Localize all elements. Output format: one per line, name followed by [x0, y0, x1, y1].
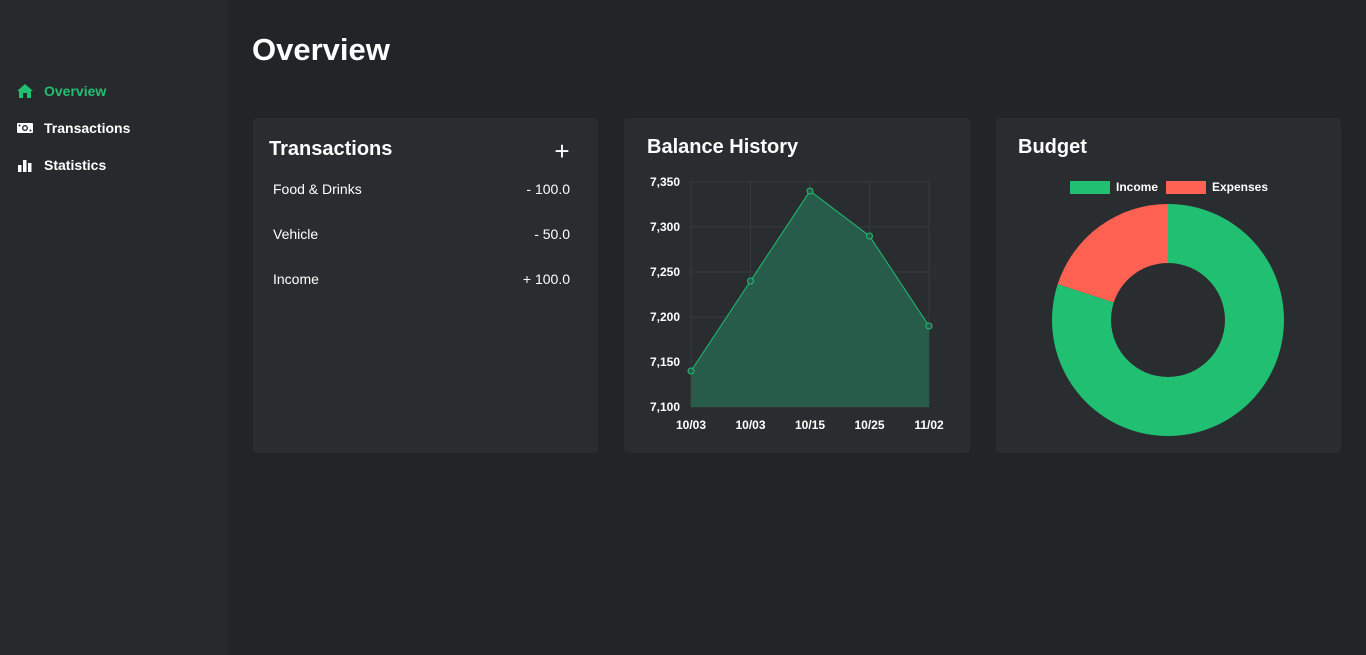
transaction-name: Income	[273, 271, 319, 287]
sidebar: Overview Transactions Statistics	[0, 0, 228, 655]
bar-chart-icon	[16, 156, 34, 174]
legend-label: Expenses	[1212, 180, 1268, 194]
money-icon	[16, 119, 34, 137]
x-tick-label: 10/15	[795, 418, 825, 432]
sidebar-item-label: Overview	[44, 82, 107, 99]
y-tick-label: 7,300	[650, 220, 680, 234]
transaction-amount: - 50.0	[534, 226, 570, 242]
data-point	[866, 232, 873, 240]
legend-swatch	[1166, 181, 1206, 194]
transactions-card-title: Transactions	[269, 138, 393, 160]
add-transaction-button[interactable]: +	[553, 138, 571, 164]
donut-slice-expenses	[1057, 204, 1168, 303]
x-tick-label: 10/25	[854, 418, 884, 432]
page-title: Overview	[252, 32, 390, 67]
balance-history-card: Balance History 7,100 7,150 7,200 7,250 7,30…	[624, 118, 970, 453]
legend-swatch	[1070, 181, 1110, 194]
sidebar-item-statistics[interactable]: Statistics	[16, 146, 130, 183]
sidebar-item-label: Transactions	[44, 119, 131, 136]
budget-card: Budget Income Expenses	[996, 118, 1341, 453]
transaction-name: Vehicle	[273, 226, 319, 242]
x-tick-label: 10/03	[676, 418, 706, 432]
x-tick-label: 11/02	[914, 418, 944, 432]
legend-label: Income	[1116, 180, 1158, 194]
transaction-amount: - 100.0	[526, 181, 570, 197]
y-tick-label: 7,150	[650, 355, 680, 369]
y-tick-label: 7,200	[650, 310, 680, 324]
budget-donut-chart: Income Expenses	[1052, 180, 1284, 436]
transaction-row[interactable]: Income + 100.0	[273, 271, 570, 316]
transaction-name: Food & Drinks	[273, 181, 362, 197]
y-tick-label: 7,100	[650, 400, 680, 414]
x-tick-label: 10/03	[735, 418, 765, 432]
y-tick-label: 7,350	[650, 175, 680, 189]
data-point	[925, 322, 933, 330]
transaction-amount: + 100.0	[522, 271, 570, 287]
home-icon	[16, 82, 34, 100]
sidebar-item-label: Statistics	[44, 156, 107, 173]
data-point	[806, 187, 814, 195]
sidebar-item-transactions[interactable]: Transactions	[16, 109, 130, 146]
transaction-row[interactable]: Food & Drinks - 100.0	[273, 181, 570, 226]
transactions-card: Transactions + Food & Drinks - 100.0 Veh…	[253, 118, 598, 453]
sidebar-item-overview[interactable]: Overview	[16, 72, 130, 109]
sidebar-nav: Overview Transactions Statistics	[16, 72, 130, 183]
data-point	[747, 277, 754, 285]
balance-history-chart: 7,100 7,150 7,200 7,250 7,300 7,350 10/03 10/03…	[650, 175, 944, 432]
data-point	[687, 367, 695, 375]
y-tick-label: 7,250	[650, 265, 680, 279]
balance-area	[691, 191, 929, 407]
transaction-row[interactable]: Vehicle - 50.0	[273, 226, 570, 271]
transaction-list: Food & Drinks - 100.0 Vehicle - 50.0 Inc…	[273, 181, 570, 316]
